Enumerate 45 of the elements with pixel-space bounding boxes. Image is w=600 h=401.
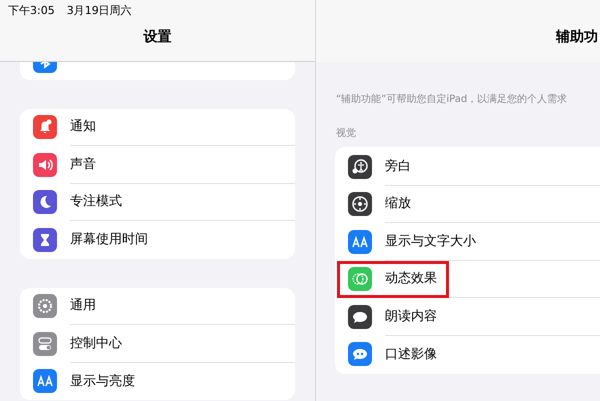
settings-row[interactable]: 通用 (20, 288, 295, 325)
settings-row[interactable]: 朗读内容 (335, 298, 600, 336)
sidebar-title: 设置 (144, 28, 172, 47)
row-label: 缩放 (385, 195, 411, 213)
motion-icon (348, 267, 372, 292)
row-label: 朗读内容 (385, 308, 437, 326)
toggles-icon (33, 332, 57, 356)
page-title: 辅助功 (556, 28, 598, 47)
settings-row[interactable]: 显示与亮度 (20, 362, 295, 400)
settings-row[interactable]: 动态效果 (335, 260, 600, 298)
aa-icon (348, 230, 372, 254)
row-label: 显示与文字大小 (385, 232, 476, 250)
settings-row[interactable]: 屏幕使用时间 (20, 221, 295, 258)
moon-icon (33, 190, 57, 214)
row-label: 通知 (70, 118, 96, 136)
gear-icon (33, 294, 57, 318)
row-label: 旁白 (385, 158, 411, 176)
row-label: 控制中心 (70, 334, 122, 352)
status-time: 下午3:05 (8, 2, 55, 19)
aa-icon (33, 369, 57, 394)
row-label: 显示与亮度 (70, 372, 135, 390)
row-label: 动态效果 (385, 270, 437, 288)
settings-row[interactable]: 控制中心 (20, 325, 295, 362)
description-text: “辅助功能”可帮助您自定iPad，以满足您的个人需求 (336, 92, 568, 107)
settings-row[interactable]: 缩放 (335, 186, 600, 223)
settings-row[interactable]: 通知 (20, 108, 295, 146)
settings-row[interactable]: 旁白 (335, 148, 600, 186)
section-header: 视觉 (336, 126, 356, 141)
row-label: 屏幕使用时间 (70, 231, 148, 249)
row-label: 通用 (70, 297, 96, 315)
bubble-icon (348, 342, 372, 366)
settings-row[interactable]: 专注模式 (20, 184, 295, 221)
settings-row[interactable]: 口述影像 (335, 336, 600, 373)
row-label: 口述影像 (385, 346, 437, 364)
voiceover-icon (348, 154, 372, 179)
hourglass-icon (33, 228, 57, 252)
bell-icon (33, 115, 57, 140)
speech-icon (348, 304, 372, 329)
status-date: 3月19日周六 (66, 2, 132, 19)
settings-row[interactable]: 声音 (20, 146, 295, 184)
row-label: 声音 (70, 156, 96, 174)
zoom-icon (348, 192, 372, 216)
settings-row[interactable]: 显示与文字大小 (335, 223, 600, 260)
speaker-icon (33, 152, 57, 177)
row-label: 专注模式 (70, 193, 122, 211)
